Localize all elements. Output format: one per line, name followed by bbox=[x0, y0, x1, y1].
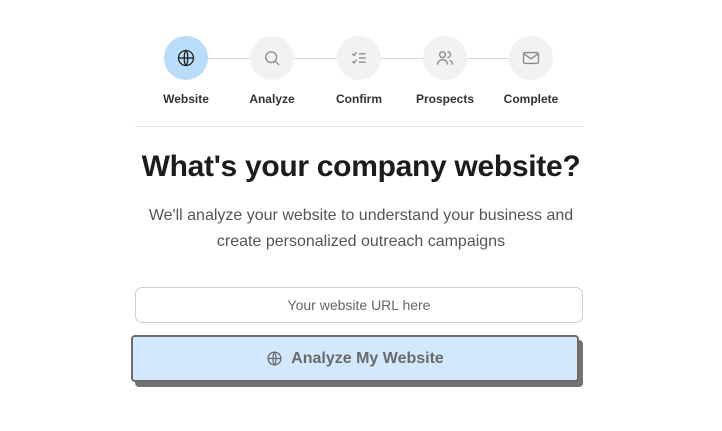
users-icon bbox=[436, 51, 454, 65]
step-website-label: Website bbox=[163, 92, 209, 106]
step-prospects-circle bbox=[423, 36, 467, 80]
step-analyze-circle bbox=[250, 36, 294, 80]
step-complete-label: Complete bbox=[503, 92, 559, 106]
page-subtitle: We'll analyze your website to understand… bbox=[148, 207, 574, 250]
analyze-button-label: Analyze My Website bbox=[291, 349, 444, 367]
globe-icon bbox=[267, 351, 282, 366]
step-website[interactable]: Website bbox=[141, 36, 231, 106]
step-confirm-circle bbox=[337, 36, 381, 80]
checklist-icon bbox=[351, 51, 366, 65]
step-prospects[interactable]: Prospects bbox=[400, 36, 490, 106]
step-confirm-label: Confirm bbox=[336, 92, 382, 106]
step-prospects-label: Prospects bbox=[415, 92, 475, 106]
globe-icon bbox=[177, 49, 195, 67]
step-website-circle bbox=[164, 36, 208, 80]
mail-icon bbox=[522, 51, 540, 65]
analyze-website-button[interactable]: Analyze My Website bbox=[131, 335, 579, 382]
step-confirm[interactable]: Confirm bbox=[314, 36, 404, 106]
step-analyze-label: Analyze bbox=[249, 92, 295, 106]
step-analyze[interactable]: Analyze bbox=[227, 36, 317, 106]
section-divider bbox=[135, 126, 583, 127]
page-title: What's your company website? bbox=[141, 150, 581, 183]
progress-stepper: Website Analyze Confirm Prospects Comple… bbox=[135, 36, 583, 108]
website-url-input[interactable] bbox=[135, 287, 583, 323]
step-complete-circle bbox=[509, 36, 553, 80]
step-complete[interactable]: Complete bbox=[486, 36, 576, 106]
search-icon bbox=[265, 51, 280, 66]
